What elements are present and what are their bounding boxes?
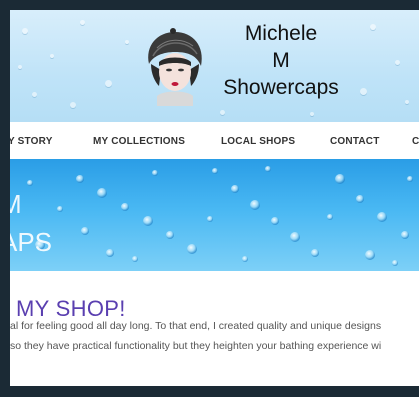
hero-banner: M APS	[10, 159, 419, 271]
site-title-line-1: Michele	[244, 22, 318, 45]
intro-text-line-2: so they have practical functionality but…	[10, 340, 382, 352]
nav-item-local-shops[interactable]: LOCAL SHOPS	[221, 136, 295, 147]
water-drops-pattern	[27, 166, 413, 266]
site-title-line-2: M	[272, 49, 290, 72]
nav-item-cut-off[interactable]: C	[412, 136, 419, 147]
main-navigation: Y STORY MY COLLECTIONS LOCAL SHOPS CONTA…	[10, 122, 419, 160]
screenshot-frame: Michele M Showercaps Y STORY MY COLLECTI…	[0, 0, 419, 397]
nav-item-contact[interactable]: CONTACT	[330, 136, 380, 147]
welcome-heading: ) MY SHOP!	[10, 296, 126, 321]
nav-item-my-collections[interactable]: MY COLLECTIONS	[93, 136, 185, 147]
hero-title-line-2: APS	[10, 227, 53, 257]
site-header: Michele M Showercaps	[10, 10, 419, 122]
site-title-line-3: Showercaps	[223, 76, 339, 99]
woman-in-showercap-portrait-icon[interactable]	[143, 26, 207, 106]
web-page: Michele M Showercaps Y STORY MY COLLECTI…	[10, 10, 419, 386]
nav-item-my-story[interactable]: Y STORY	[10, 136, 53, 147]
hero-title-line-1: M	[10, 189, 22, 219]
intro-text-line-1: al for feeling good all day long. To tha…	[10, 320, 382, 332]
site-title[interactable]: Michele M Showercaps	[206, 20, 356, 101]
